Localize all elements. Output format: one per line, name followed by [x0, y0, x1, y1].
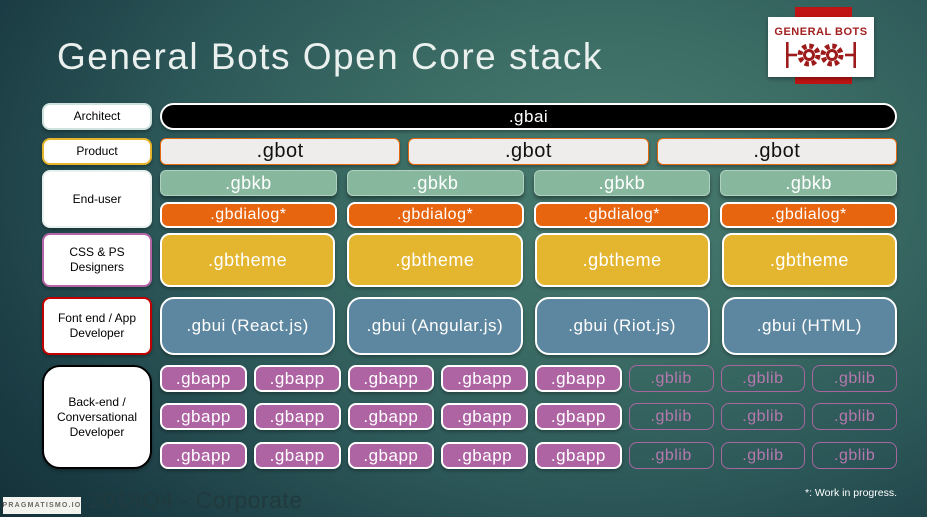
slide-general-bots-open-core-stack: General Bots Open Core stack GENERAL BOT… [0, 0, 927, 517]
gbapp-box: .gbapp [253, 442, 341, 469]
gbapp-box: .gbapp [347, 365, 435, 392]
role-label-back-end-conversational-developer: Back-end / Conversational Developer [42, 365, 152, 469]
gbdialog-box: .gbdialog* [720, 202, 897, 228]
gblib-box: .gblib [628, 365, 714, 392]
work-in-progress-note: *: Work in progress. [805, 487, 898, 499]
gblib-box: .gblib [812, 365, 897, 392]
logo-wordmark: GENERAL BOTS [774, 25, 868, 38]
gblib-box: .gblib [628, 403, 714, 430]
gbapp-box: .gbapp [347, 442, 435, 469]
role-label-text: Font end / App Developer [57, 311, 137, 340]
role-label-text: Product [76, 144, 118, 158]
gbui-riot-box: .gbui (Riot.js) [534, 297, 710, 355]
gbai-row: .gbai [160, 103, 897, 130]
general-bots-logo: GENERAL BOTS [768, 17, 874, 77]
gbkb-box: .gbkb [720, 170, 897, 196]
gbapp-box: .gbapp [160, 403, 247, 430]
gbapp-box: .gbapp [253, 403, 341, 430]
role-label-architect: Architect [42, 103, 152, 130]
gbot-box: .gbot [656, 138, 897, 165]
role-label-product: Product [42, 138, 152, 165]
gbtheme-row: .gbtheme .gbtheme .gbtheme .gbtheme [160, 233, 897, 287]
gbapp-gblib-row-1: .gbapp .gbapp .gbapp .gbapp .gbapp .gbli… [160, 365, 897, 392]
gbui-row: .gbui (React.js) .gbui (Angular.js) .gbu… [160, 297, 897, 355]
gbkb-row: .gbkb .gbkb .gbkb .gbkb [160, 170, 897, 196]
role-label-end-user: End-user [42, 170, 152, 228]
slide-footer-label: 2018Q4 - Corporate [89, 487, 303, 513]
gblib-box: .gblib [812, 442, 897, 469]
gbapp-gblib-row-3: .gbapp .gbapp .gbapp .gbapp .gbapp .gbli… [160, 442, 897, 469]
gbtheme-box: .gbtheme [160, 233, 336, 287]
gblib-box: .gblib [812, 403, 897, 430]
gbapp-box: .gbapp [535, 365, 622, 392]
gbtheme-box: .gbtheme [721, 233, 897, 287]
gbapp-box: .gbapp [441, 403, 528, 430]
gbui-angular-box: .gbui (Angular.js) [347, 297, 523, 355]
role-label-text: Back-end / Conversational Developer [56, 394, 138, 439]
pragmatismo-wordmark: PRAGMATISMO.IO [2, 502, 82, 509]
gbot-row: .gbot .gbot .gbot [160, 138, 897, 165]
gbapp-box: .gbapp [253, 365, 341, 392]
role-label-front-end-app-developer: Font end / App Developer [42, 297, 152, 355]
gbkb-box: .gbkb [346, 170, 524, 196]
gbapp-box: .gbapp [347, 403, 435, 430]
gblib-box: .gblib [720, 365, 806, 392]
page-title: General Bots Open Core stack [57, 36, 603, 77]
gbapp-box: .gbapp [160, 365, 247, 392]
role-label-text: Architect [73, 109, 121, 123]
gbtheme-box: .gbtheme [534, 233, 710, 287]
gbkb-box: .gbkb [533, 170, 711, 196]
gbai-bar: .gbai [160, 103, 897, 130]
gbkb-box: .gbkb [160, 170, 337, 196]
role-label-text: CSS & PS Designers [69, 245, 125, 274]
gbapp-gblib-row-2: .gbapp .gbapp .gbapp .gbapp .gbapp .gbli… [160, 403, 897, 430]
gbdialog-box: .gbdialog* [160, 202, 337, 228]
gbapp-box: .gbapp [535, 403, 622, 430]
gblib-box: .gblib [720, 403, 806, 430]
gbot-box: .gbot [160, 138, 401, 165]
gbui-html-box: .gbui (HTML) [721, 297, 897, 355]
gbapp-box: .gbapp [535, 442, 622, 469]
role-label-css-ps-designers: CSS & PS Designers [42, 233, 152, 287]
gbdialog-box: .gbdialog* [346, 202, 524, 228]
gbdialog-row: .gbdialog* .gbdialog* .gbdialog* .gbdial… [160, 202, 897, 228]
gbapp-box: .gbapp [160, 442, 247, 469]
gbot-box: .gbot [408, 138, 649, 165]
gbtheme-box: .gbtheme [347, 233, 523, 287]
gbdialog-box: .gbdialog* [533, 202, 711, 228]
gbapp-box: .gbapp [441, 442, 528, 469]
gblib-box: .gblib [628, 442, 714, 469]
pragmatismo-logo: PRAGMATISMO.IO [3, 497, 81, 514]
gblib-box: .gblib [720, 442, 806, 469]
role-label-text: End-user [72, 191, 122, 206]
gbapp-box: .gbapp [441, 365, 528, 392]
gears-icon [786, 41, 856, 68]
gbui-react-box: .gbui (React.js) [160, 297, 336, 355]
